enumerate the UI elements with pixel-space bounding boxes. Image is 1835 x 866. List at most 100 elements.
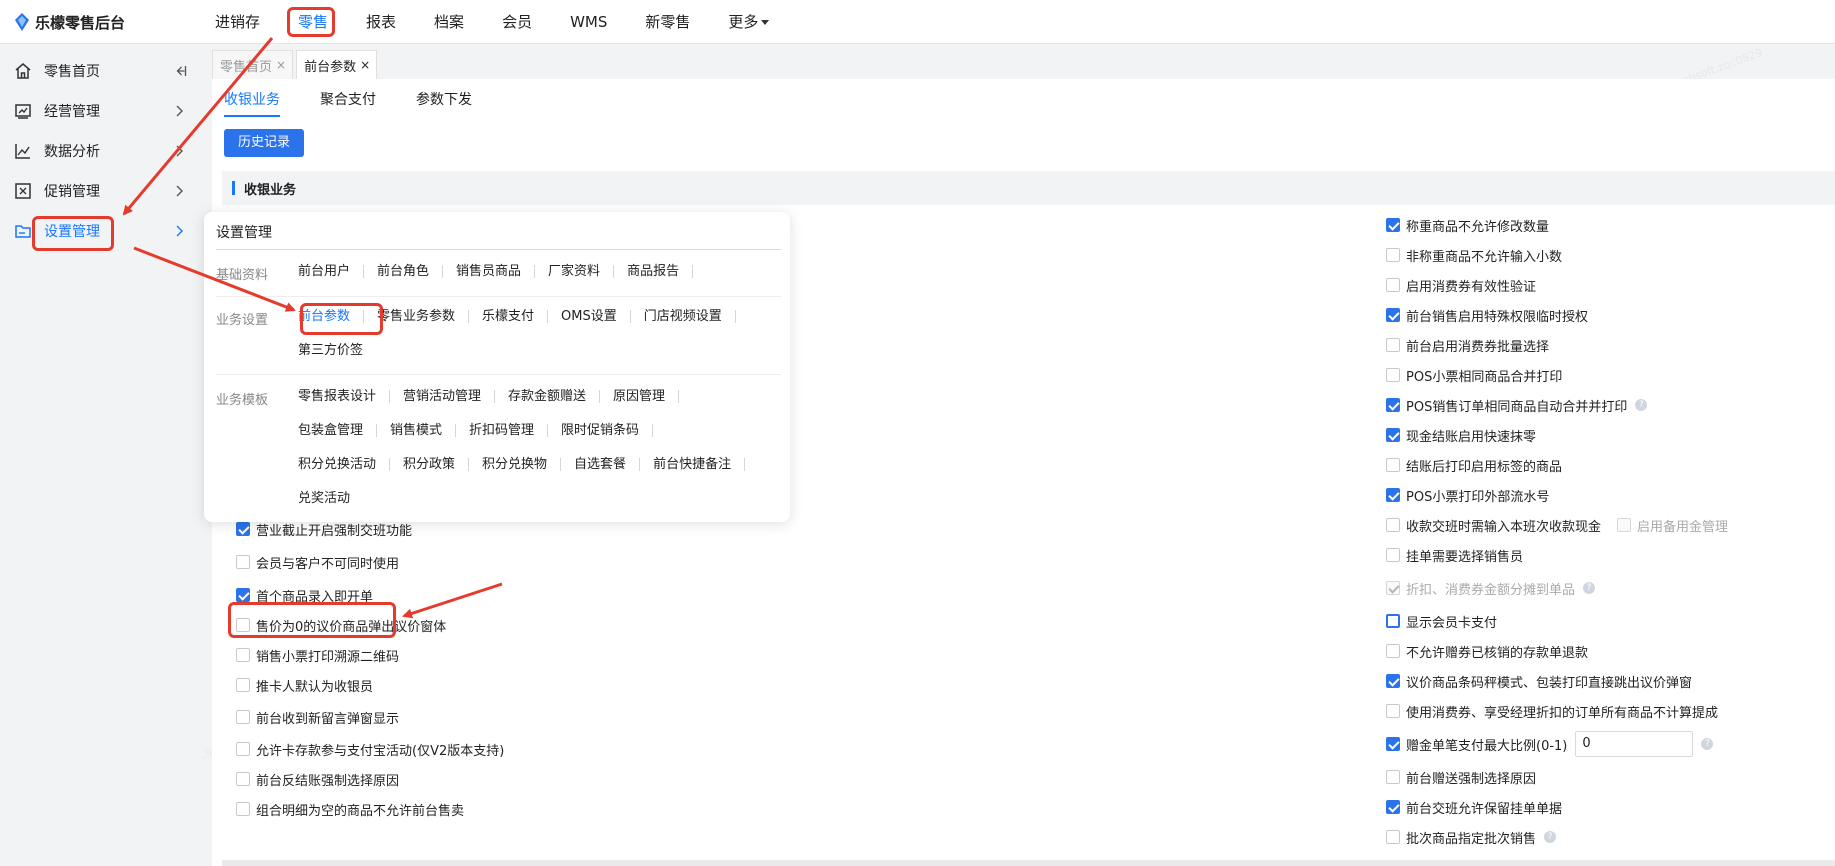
popover-link[interactable]: 限时促销条码 bbox=[548, 424, 654, 437]
option-row[interactable]: 启用消费券有效性验证 bbox=[1386, 274, 1536, 296]
option-row[interactable]: 推卡人默认为收银员 bbox=[236, 674, 373, 696]
popover-link[interactable]: 存款金额赠送 bbox=[495, 390, 601, 403]
help-icon[interactable]: ? bbox=[1583, 582, 1596, 594]
popover-link[interactable]: 乐檬支付 bbox=[469, 310, 549, 323]
popover-link[interactable]: 前台快捷备注 bbox=[640, 458, 746, 471]
option-row[interactable]: POS小票相同商品合并打印 bbox=[1386, 364, 1562, 386]
tab-retail-home[interactable]: 零售首页 × bbox=[212, 50, 294, 80]
option-checkbox[interactable] bbox=[236, 648, 250, 662]
option-checkbox[interactable] bbox=[1386, 458, 1400, 472]
option-checkbox[interactable] bbox=[236, 555, 250, 569]
option-row[interactable]: 折扣、消费券金额分摊到单品? bbox=[1386, 577, 1596, 599]
option-checkbox[interactable] bbox=[1386, 428, 1400, 442]
option-row[interactable]: 前台反结账强制选择原因 bbox=[236, 768, 399, 790]
topnav-members[interactable]: 会员 bbox=[483, 7, 551, 37]
option-checkbox[interactable] bbox=[1386, 770, 1400, 784]
sidebar-item-business[interactable]: 经营管理 bbox=[0, 91, 204, 131]
option-row[interactable]: 使用消费券、享受经理折扣的订单所有商品不计算提成 bbox=[1386, 700, 1718, 722]
option-checkbox[interactable] bbox=[1386, 548, 1400, 562]
topnav-reports[interactable]: 报表 bbox=[347, 7, 415, 37]
popover-link[interactable]: 第三方价签 bbox=[298, 344, 376, 357]
option-row[interactable]: 现金结账启用快速抹零 bbox=[1386, 424, 1536, 446]
popover-link[interactable]: 积分政策 bbox=[390, 458, 470, 471]
option-row[interactable]: 批次商品指定批次销售? bbox=[1386, 826, 1557, 848]
popover-link[interactable]: 包装盒管理 bbox=[298, 424, 378, 437]
topnav-new-retail[interactable]: 新零售 bbox=[626, 7, 709, 37]
option-checkbox[interactable] bbox=[236, 588, 250, 602]
popover-link[interactable]: 积分兑换物 bbox=[469, 458, 562, 471]
popover-link[interactable]: 门店视频设置 bbox=[631, 310, 736, 323]
option-row[interactable]: 不允许赠券已核销的存款单退款 bbox=[1386, 640, 1588, 662]
history-button[interactable]: 历史记录 bbox=[224, 129, 304, 157]
horizontal-scrollbar[interactable] bbox=[222, 860, 1835, 866]
option-checkbox[interactable] bbox=[1386, 308, 1400, 322]
option-row[interactable]: 挂单需要选择销售员 bbox=[1386, 544, 1523, 566]
option-row[interactable]: 非称重商品不允许输入小数 bbox=[1386, 244, 1562, 266]
popover-link[interactable]: 前台用户 bbox=[298, 265, 365, 278]
option-checkbox[interactable] bbox=[1386, 800, 1400, 814]
option-checkbox[interactable] bbox=[1386, 644, 1400, 658]
option-row[interactable]: 允许卡存款参与支付宝活动(仅V2版本支持) bbox=[236, 738, 504, 760]
option-row[interactable]: 前台启用消费券批量选择 bbox=[1386, 334, 1549, 356]
popover-link[interactable]: 原因管理 bbox=[600, 390, 680, 403]
help-icon[interactable]: ? bbox=[1635, 399, 1648, 411]
option-checkbox[interactable] bbox=[1386, 338, 1400, 352]
popover-link[interactable]: 兑奖活动 bbox=[298, 492, 363, 505]
sidebar-item-retail-home[interactable]: 零售首页 bbox=[0, 51, 204, 91]
topnav-wms[interactable]: WMS bbox=[551, 7, 626, 37]
backup-fund-option[interactable]: 启用备用金管理 bbox=[1617, 516, 1728, 535]
option-checkbox[interactable] bbox=[1386, 581, 1400, 595]
popover-link[interactable]: 前台角色 bbox=[364, 265, 444, 278]
option-checkbox[interactable] bbox=[236, 710, 250, 724]
option-checkbox[interactable] bbox=[236, 772, 250, 786]
topnav-more[interactable]: 更多 bbox=[709, 7, 788, 37]
popover-link[interactable]: 积分兑换活动 bbox=[298, 458, 391, 471]
subtab-cashier[interactable]: 收银业务 bbox=[224, 85, 280, 117]
option-checkbox[interactable] bbox=[236, 522, 250, 536]
sidebar-item-data-analysis[interactable]: 数据分析 bbox=[0, 131, 204, 171]
option-row[interactable]: 前台交班允许保留挂单单据 bbox=[1386, 796, 1562, 818]
popover-link[interactable]: OMS设置 bbox=[548, 310, 631, 323]
option-row[interactable]: 收款交班时需输入本班次收款现金 启用备用金管理 bbox=[1386, 514, 1728, 536]
option-checkbox[interactable] bbox=[1386, 278, 1400, 292]
option-row[interactable]: 结账后打印启用标签的商品 bbox=[1386, 454, 1562, 476]
option-row[interactable]: 组合明细为空的商品不允许前台售卖 bbox=[236, 798, 464, 820]
option-checkbox[interactable] bbox=[236, 678, 250, 692]
popover-link[interactable]: 零售报表设计 bbox=[298, 390, 391, 403]
option-checkbox[interactable] bbox=[236, 802, 250, 816]
topnav-jinxiaocun[interactable]: 进销存 bbox=[196, 7, 279, 37]
popover-link[interactable]: 营销活动管理 bbox=[390, 390, 496, 403]
popover-link[interactable]: 自选套餐 bbox=[561, 458, 641, 471]
option-checkbox[interactable] bbox=[1386, 704, 1400, 718]
option-row[interactable]: 会员与客户不可同时使用 bbox=[236, 551, 399, 573]
option-checkbox[interactable] bbox=[236, 742, 250, 756]
option-row[interactable]: 显示会员卡支付 bbox=[1386, 610, 1497, 632]
popover-link[interactable]: 折扣码管理 bbox=[456, 424, 549, 437]
option-checkbox[interactable] bbox=[1386, 518, 1400, 532]
option-row[interactable]: 前台赠送强制选择原因 bbox=[1386, 766, 1536, 788]
option-row[interactable]: 称重商品不允许修改数量 bbox=[1386, 214, 1549, 236]
popover-link[interactable]: 销售模式 bbox=[377, 424, 457, 437]
popover-link[interactable]: 销售员商品 bbox=[443, 265, 536, 278]
option-checkbox[interactable] bbox=[1386, 488, 1400, 502]
subtab-aggregate-pay[interactable]: 聚合支付 bbox=[320, 85, 376, 115]
help-icon[interactable]: ? bbox=[1701, 738, 1714, 750]
option-checkbox[interactable] bbox=[1617, 518, 1632, 532]
collapse-icon[interactable] bbox=[174, 65, 187, 77]
option-checkbox[interactable] bbox=[1386, 368, 1400, 382]
option-row[interactable]: POS销售订单相同商品自动合并并打印? bbox=[1386, 394, 1648, 416]
option-checkbox[interactable] bbox=[1386, 737, 1400, 751]
option-checkbox[interactable] bbox=[1386, 248, 1400, 262]
option-row[interactable]: 前台销售启用特殊权限临时授权 bbox=[1386, 304, 1588, 326]
option-checkbox[interactable] bbox=[1386, 398, 1400, 412]
popover-link[interactable]: 商品报告 bbox=[614, 265, 694, 278]
popover-link[interactable]: 厂家资料 bbox=[535, 265, 615, 278]
max-ratio-input[interactable]: 0 bbox=[1575, 731, 1694, 757]
option-row[interactable]: 前台收到新留言弹窗显示 bbox=[236, 706, 399, 728]
option-checkbox[interactable] bbox=[1386, 614, 1400, 628]
option-row[interactable]: 销售小票打印溯源二维码 bbox=[236, 644, 399, 666]
help-icon[interactable]: ? bbox=[1544, 831, 1557, 843]
close-icon[interactable]: × bbox=[360, 58, 370, 72]
subtab-param-dispatch[interactable]: 参数下发 bbox=[416, 85, 472, 115]
app-logo[interactable]: 乐檬零售后台 bbox=[14, 11, 125, 33]
